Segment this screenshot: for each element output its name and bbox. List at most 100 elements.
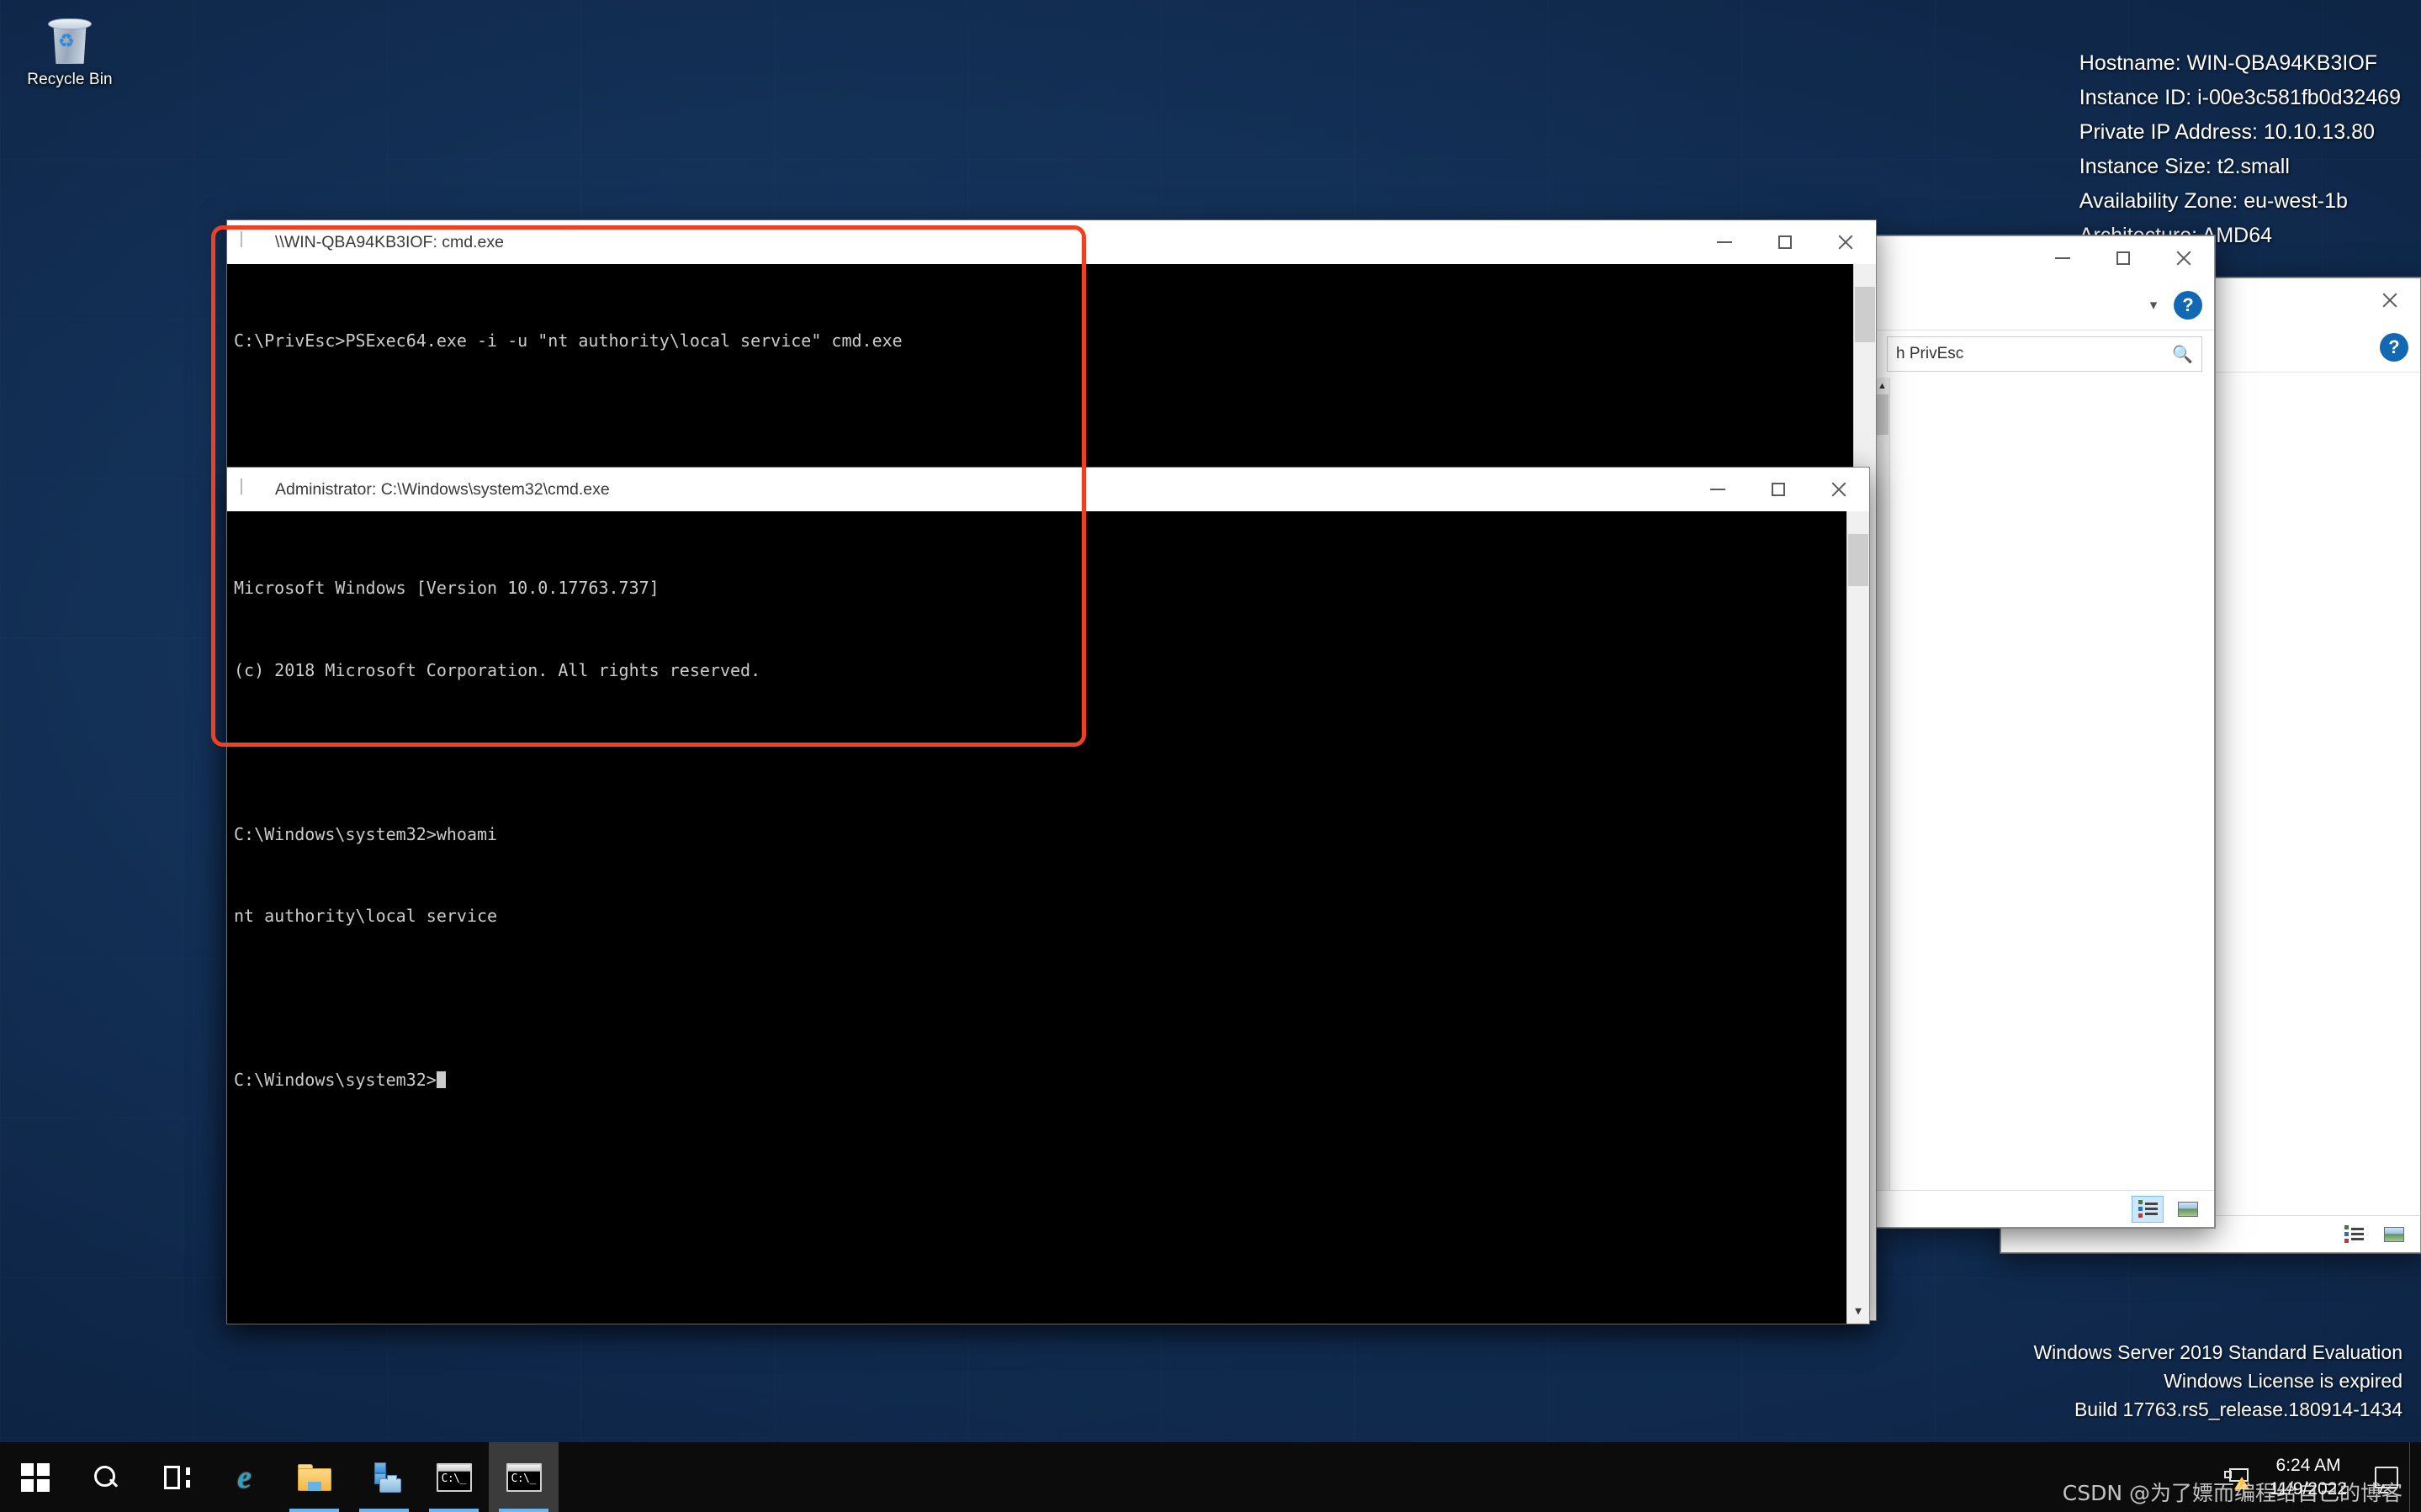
large-icons-view-icon <box>2178 1201 2198 1217</box>
details-view-button[interactable] <box>2338 1221 2370 1248</box>
explorer-front-maximize-button[interactable] <box>2093 236 2153 280</box>
cmd-icon: C:\_ <box>241 231 264 252</box>
explorer-front-minimize-button[interactable] <box>2032 236 2093 280</box>
explorer-front-content-pane[interactable]: ▲ <box>1875 378 2214 1190</box>
os-edition-label: Windows Server 2019 Standard Evaluation <box>2033 1341 2402 1363</box>
running-indicator <box>289 1509 339 1512</box>
folder-icon <box>297 1463 331 1491</box>
running-indicator <box>429 1509 479 1512</box>
close-icon <box>1836 233 1855 251</box>
cmd-psexec-title: \\WIN-QBA94KB3IOF: cmd.exe <box>275 232 504 251</box>
cmd-admin-maximize-button[interactable] <box>1748 468 1809 511</box>
recycle-bin-label: Recycle Bin <box>27 71 113 88</box>
desktop: ♻ Recycle Bin Hostname: WIN-QBA94KB3IOF … <box>0 0 2421 1512</box>
search-button[interactable] <box>70 1442 140 1512</box>
help-icon[interactable]: ? <box>2380 332 2408 362</box>
cmd-psexec-minimize-button[interactable] <box>1694 220 1755 264</box>
desktop-icon-recycle-bin[interactable]: ♻ Recycle Bin <box>7 7 133 89</box>
bginfo-instance-id: Instance ID: i-00e3c581fb0d32469 <box>2079 86 2401 109</box>
network-status-button[interactable] <box>2214 1442 2259 1512</box>
internet-explorer-icon: e <box>237 1459 252 1495</box>
details-view-icon <box>2344 1225 2364 1243</box>
console-line: (c) 2018 Microsoft Corporation. All righ… <box>234 659 761 680</box>
text-cursor <box>436 1071 446 1088</box>
console-line: C:\PrivEsc>PSExec64.exe -i -u "nt author… <box>234 330 903 351</box>
explorer-front-titlebar[interactable] <box>1875 236 2214 280</box>
server-manager-button[interactable] <box>349 1442 419 1512</box>
explorer-front-scrollbar[interactable]: ▲ <box>1875 378 1890 1190</box>
cmd-psexec-titlebar[interactable]: C:\_ \\WIN-QBA94KB3IOF: cmd.exe <box>227 220 1876 264</box>
search-icon: 🔍 <box>2172 345 2193 364</box>
scrollbar-thumb[interactable] <box>1848 534 1868 586</box>
task-view-button[interactable] <box>140 1442 209 1512</box>
taskbar[interactable]: e C:\_ C:\_ 6:24 AM 11/9/2022 <box>0 1442 2421 1512</box>
clock-time: 6:24 AM <box>2275 1455 2341 1475</box>
cmd-admin-minimize-button[interactable] <box>1687 468 1748 511</box>
cmd-admin-scrollbar[interactable]: ▲ ▼ <box>1846 511 1869 1324</box>
license-status-label: Windows License is expired <box>2164 1370 2402 1392</box>
system-tray: 6:24 AM 11/9/2022 <box>2214 1442 2421 1512</box>
scroll-up-icon[interactable]: ▲ <box>1875 378 1889 394</box>
console-line: nt authority\local service <box>234 906 498 926</box>
scroll-down-icon[interactable]: ▼ <box>1847 1301 1869 1324</box>
cmd-window-administrator[interactable]: C:\_ Administrator: C:\Windows\system32\… <box>227 468 1869 1324</box>
console-line: Microsoft Windows [Version 10.0.17763.73… <box>234 578 660 598</box>
scrollbar-thumb[interactable] <box>1855 287 1875 342</box>
action-center-icon <box>2375 1466 2398 1488</box>
minimize-icon <box>1717 241 1732 243</box>
file-explorer-button[interactable] <box>279 1442 349 1512</box>
cmd-admin-console[interactable]: Microsoft Windows [Version 10.0.17763.73… <box>227 511 1869 1324</box>
cmd-admin-close-button[interactable] <box>1809 468 1869 511</box>
large-icons-view-button[interactable] <box>2378 1221 2410 1248</box>
cmd-psexec-close-button[interactable] <box>1815 220 1876 264</box>
console-prompt-line: C:\Windows\system32> <box>234 1066 1869 1094</box>
explorer-front-status-bar <box>1875 1190 2214 1227</box>
task-view-icon <box>160 1465 190 1489</box>
file-explorer-window-front[interactable]: ▾ ? h PrivEsc 🔍 ▲ <box>1874 235 2215 1228</box>
search-input[interactable]: h PrivEsc 🔍 <box>1887 336 2202 372</box>
minimize-icon <box>1710 489 1725 490</box>
cmd-admin-titlebar[interactable]: C:\_ Administrator: C:\Windows\system32\… <box>227 468 1869 511</box>
details-view-button[interactable] <box>2132 1195 2164 1223</box>
minimize-icon <box>2055 257 2070 259</box>
bginfo-hostname: Hostname: WIN-QBA94KB3IOF <box>2079 51 2378 75</box>
clock[interactable]: 6:24 AM 11/9/2022 <box>2259 1442 2364 1512</box>
large-icons-view-button[interactable] <box>2172 1196 2204 1223</box>
maximize-icon <box>1772 483 1785 496</box>
build-number-label: Build 17763.rs5_release.180914-1434 <box>2074 1398 2402 1420</box>
running-indicator <box>359 1509 409 1512</box>
large-icons-view-icon <box>2384 1226 2404 1242</box>
internet-explorer-button[interactable]: e <box>209 1442 279 1512</box>
clock-date: 11/9/2022 <box>2270 1478 2347 1499</box>
maximize-icon <box>2116 251 2130 265</box>
cmd-window-1-button[interactable]: C:\_ <box>419 1442 489 1512</box>
bginfo-private-ip: Private IP Address: 10.10.13.80 <box>2079 120 2375 144</box>
server-manager-icon <box>368 1462 401 1493</box>
explorer-front-close-button[interactable] <box>2153 236 2214 280</box>
recycle-bin-icon: ♻ <box>43 13 97 66</box>
close-icon <box>1830 480 1848 499</box>
close-icon <box>2381 291 2399 309</box>
action-center-button[interactable] <box>2364 1442 2409 1512</box>
help-icon[interactable]: ? <box>2174 290 2202 320</box>
details-view-icon <box>2138 1200 2158 1218</box>
cmd-icon: C:\_ <box>436 1462 472 1492</box>
cmd-window-2-button[interactable]: C:\_ <box>489 1442 559 1512</box>
start-button[interactable] <box>0 1442 70 1512</box>
show-desktop-button[interactable] <box>2409 1442 2418 1512</box>
chevron-down-icon[interactable]: ▾ <box>2142 293 2165 317</box>
scrollbar-thumb[interactable] <box>1876 394 1889 435</box>
cmd-icon: C:\_ <box>241 478 264 500</box>
bginfo-overlay: Hostname: WIN-QBA94KB3IOF Instance ID: i… <box>2079 46 2401 253</box>
cmd-icon: C:\_ <box>506 1462 542 1492</box>
cmd-psexec-maximize-button[interactable] <box>1755 220 1815 264</box>
explorer-back-close-button[interactable] <box>2360 278 2420 322</box>
windows-logo-icon <box>20 1462 50 1492</box>
network-warning-icon <box>2224 1467 2250 1489</box>
bginfo-instance-size: Instance Size: t2.small <box>2079 155 2290 178</box>
close-icon <box>2175 249 2193 267</box>
explorer-front-search-row: h PrivEsc 🔍 <box>1875 330 2214 378</box>
bginfo-availability-zone: Availability Zone: eu-west-1b <box>2079 189 2348 213</box>
